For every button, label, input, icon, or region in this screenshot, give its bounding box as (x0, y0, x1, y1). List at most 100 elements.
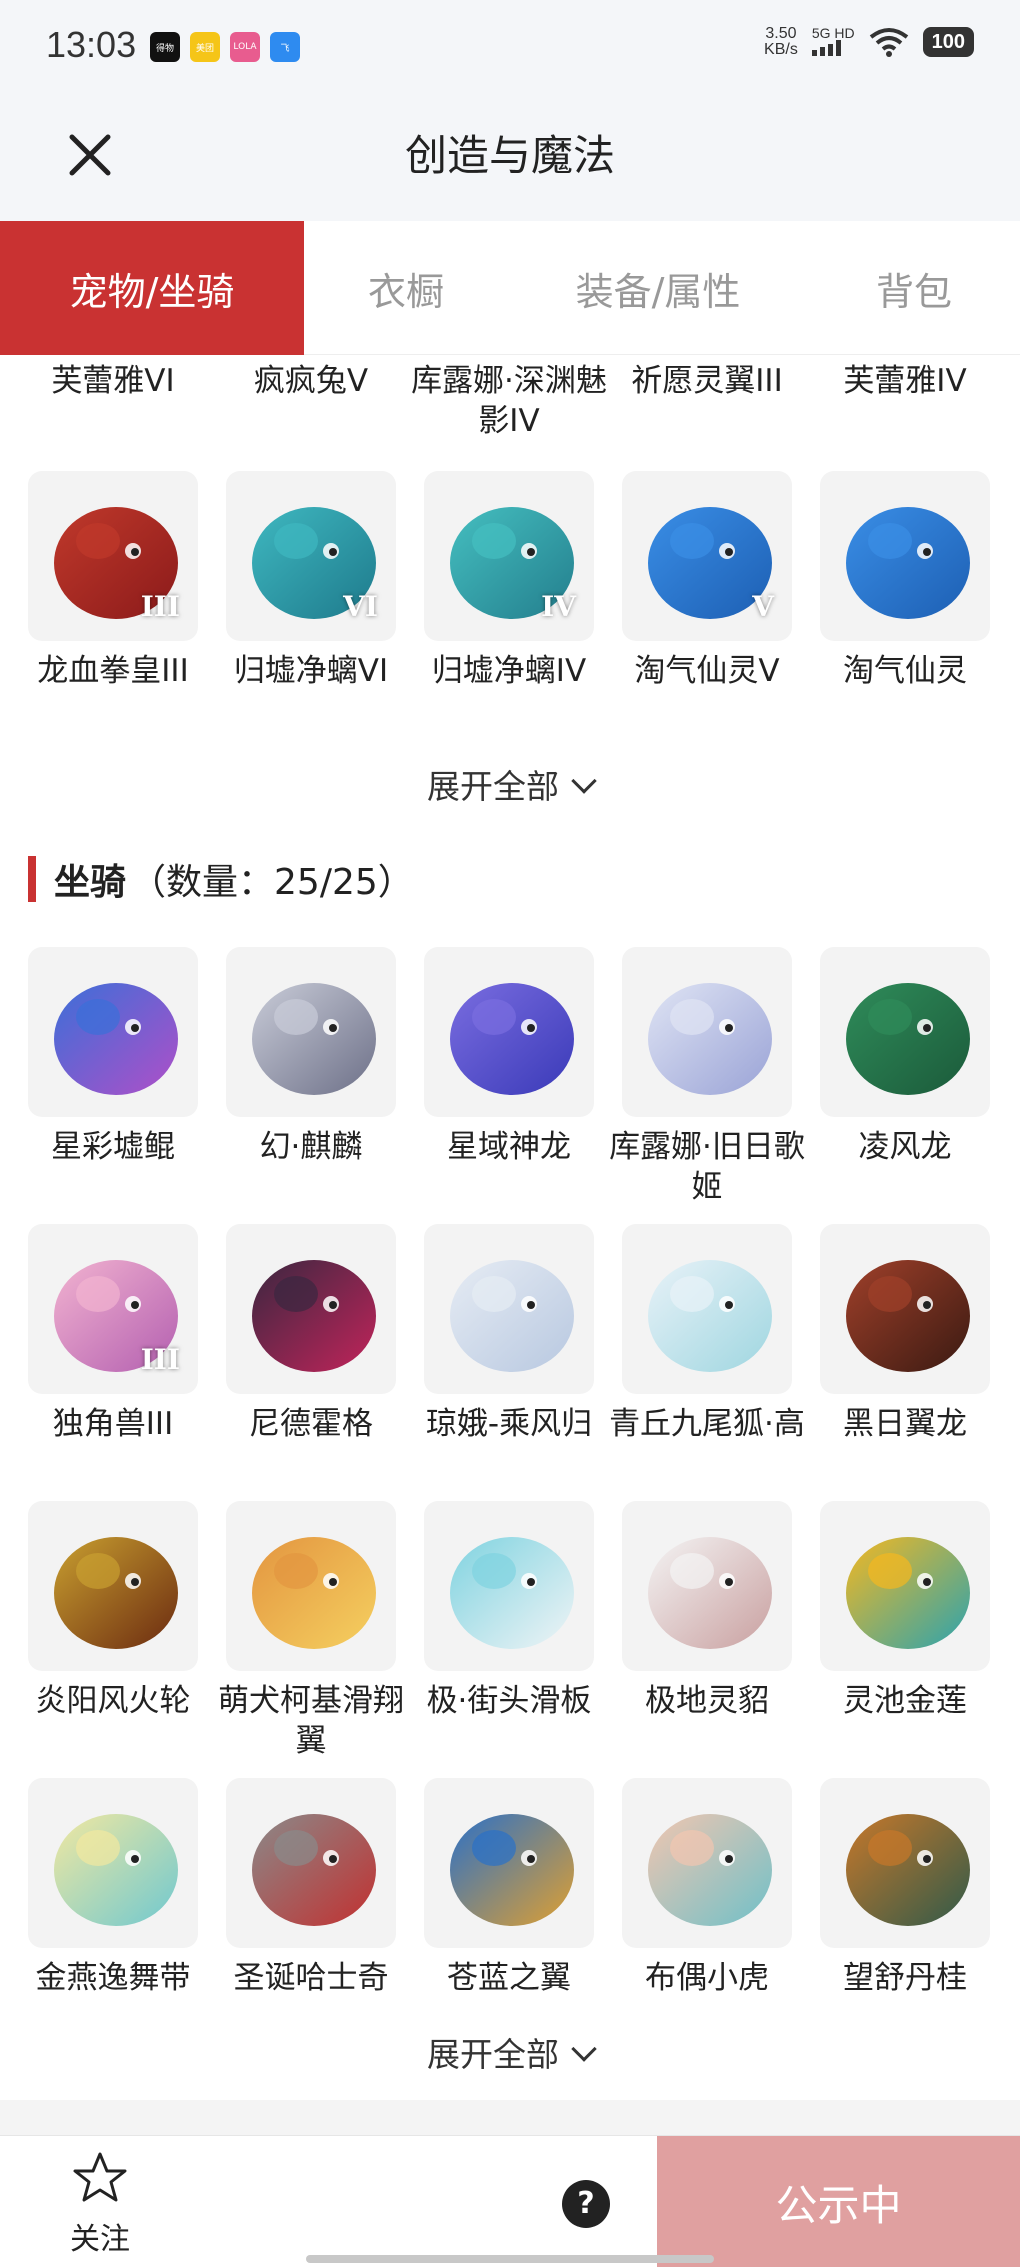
expand-all-pets-button[interactable]: 展开全部 (0, 760, 1020, 808)
list-item[interactable]: IV 归墟净螭IV (424, 471, 594, 691)
publicize-button[interactable]: 公示中 (657, 2136, 1020, 2267)
list-item[interactable]: 星彩墟鲲 (28, 947, 198, 1167)
list-item-name: 归墟净螭IV (431, 653, 587, 689)
list-item[interactable]: 萌犬柯基滑翔翼 (218, 1501, 404, 1761)
list-item-name: 淘气仙灵 (843, 653, 967, 689)
creature-image (450, 983, 574, 1095)
tier-badge: IV (541, 590, 576, 623)
list-item[interactable]: III 独角兽III (28, 1224, 198, 1444)
signal-bars-icon (811, 40, 841, 56)
item-thumbnail (622, 1224, 792, 1394)
item-thumbnail (424, 1501, 594, 1671)
creature-image (846, 1814, 970, 1926)
expand-all-mounts-button[interactable]: 展开全部 (0, 2028, 1020, 2076)
creature-image (648, 1537, 772, 1649)
list-item[interactable]: 琼娥-乘风归 (424, 1224, 594, 1444)
list-item-name: 布偶小虎 (645, 1960, 769, 1996)
list-item-name: 圣诞哈士奇 (233, 1960, 389, 1996)
list-item-name: 星域神龙 (447, 1129, 571, 1165)
wifi-icon (869, 28, 908, 57)
item-thumbnail (226, 947, 396, 1117)
home-indicator[interactable] (306, 2255, 714, 2263)
list-item[interactable]: 炎阳风火轮 (28, 1501, 198, 1721)
list-item[interactable]: 圣诞哈士奇 (226, 1778, 396, 1998)
tier-badge: III (140, 1343, 180, 1376)
tab-backpack[interactable]: 背包 (808, 221, 1020, 355)
item-thumbnail (820, 1224, 990, 1394)
list-item[interactable]: 青丘九尾狐·高 (609, 1224, 805, 1444)
status-app-icons: 得物 美团 LOLA 飞 (150, 32, 300, 62)
list-item[interactable]: III 龙血拳皇III (28, 471, 198, 691)
creature-image (54, 983, 178, 1095)
list-item-name: 极·街头滑板 (426, 1683, 592, 1719)
list-item-name: 青丘九尾狐·高 (609, 1406, 805, 1442)
status-time: 13:03 (46, 24, 137, 65)
section-count: （数量：25/25） (130, 862, 414, 903)
creature-image (252, 1260, 376, 1372)
divider (0, 2100, 1020, 2135)
item-thumbnail (820, 471, 990, 641)
list-item[interactable]: VI 归墟净螭VI (226, 471, 396, 691)
signal-icon: 5G HD (811, 26, 855, 58)
list-item-name: 极地灵貂 (645, 1683, 769, 1719)
list-item-name[interactable]: 芙蕾雅VI (15, 361, 211, 401)
status-right: 3.50 KB/s 5G HD 100 (764, 26, 974, 58)
list-item[interactable]: 凌风龙 (820, 947, 990, 1167)
tab-wardrobe[interactable]: 衣橱 (304, 221, 508, 355)
list-item[interactable]: V 淘气仙灵V (622, 471, 792, 691)
tab-pets-mounts[interactable]: 宠物/坐骑 (0, 221, 304, 355)
item-thumbnail: V (622, 471, 792, 641)
item-thumbnail (28, 947, 198, 1117)
list-item[interactable]: 望舒丹桂 (820, 1778, 990, 1998)
item-thumbnail (424, 947, 594, 1117)
list-item[interactable]: 库露娜·旧日歌姬 (609, 947, 805, 1207)
creature-image (450, 1260, 574, 1372)
list-item[interactable]: 极·街头滑板 (424, 1501, 594, 1721)
content-scroll[interactable]: 芙蕾雅VI 疯疯兔V 库露娜·深渊魅影IV 祈愿灵翼III 芙蕾雅IV III 龙… (0, 355, 1020, 2135)
list-item-name: 望舒丹桂 (843, 1960, 967, 1996)
creature-image (450, 1814, 574, 1926)
list-item-name: 独角兽III (52, 1406, 174, 1442)
tab-equipment[interactable]: 装备/属性 (508, 221, 808, 355)
section-title: 坐骑 (54, 862, 127, 903)
list-item[interactable]: 布偶小虎 (622, 1778, 792, 1998)
list-item[interactable]: 黑日翼龙 (820, 1224, 990, 1444)
list-item[interactable]: 极地灵貂 (622, 1501, 792, 1721)
network-speed: 3.50 KB/s (764, 25, 798, 58)
item-thumbnail (226, 1778, 396, 1948)
follow-label: 关注 (70, 2222, 130, 2257)
top-bar: 创造与魔法 (0, 100, 1020, 221)
item-thumbnail (820, 1778, 990, 1948)
list-item[interactable]: 淘气仙灵 (820, 471, 990, 691)
list-item-name[interactable]: 芙蕾雅IV (807, 361, 1003, 401)
creature-image (648, 1814, 772, 1926)
list-item-name[interactable]: 疯疯兔V (213, 361, 409, 401)
creature-image (846, 1537, 970, 1649)
page-title: 创造与魔法 (404, 131, 615, 180)
list-item-name: 萌犬柯基滑翔翼 (218, 1683, 404, 1759)
item-thumbnail: IV (424, 471, 594, 641)
follow-button[interactable]: 关注 (50, 2150, 150, 2258)
status-bar: 13:03 得物 美团 LOLA 飞 3.50 KB/s 5G HD 100 (0, 0, 1020, 100)
list-item-name: 尼德霍格 (249, 1406, 373, 1442)
list-item-name: 凌风龙 (858, 1129, 952, 1165)
item-thumbnail (424, 1224, 594, 1394)
item-thumbnail (622, 1778, 792, 1948)
list-item[interactable]: 金燕逸舞带 (28, 1778, 198, 1998)
list-item[interactable]: 尼德霍格 (226, 1224, 396, 1444)
help-icon[interactable]: ? (562, 2180, 610, 2228)
item-thumbnail (622, 1501, 792, 1671)
list-item[interactable]: 苍蓝之翼 (424, 1778, 594, 1998)
list-item[interactable]: 灵池金莲 (820, 1501, 990, 1721)
list-item-name[interactable]: 库露娜·深渊魅影IV (411, 361, 607, 441)
item-thumbnail: III (28, 1224, 198, 1394)
list-item-name: 库露娜·旧日歌姬 (609, 1129, 805, 1205)
list-item[interactable]: 星域神龙 (424, 947, 594, 1167)
list-item-name: 龙血拳皇III (37, 653, 189, 689)
creature-image (252, 1537, 376, 1649)
list-item-name[interactable]: 祈愿灵翼III (609, 361, 805, 401)
battery-icon: 100 (922, 27, 974, 57)
list-item-name: 金燕逸舞带 (35, 1960, 191, 1996)
list-item[interactable]: 幻·麒麟 (226, 947, 396, 1167)
tier-badge: V (752, 590, 774, 623)
